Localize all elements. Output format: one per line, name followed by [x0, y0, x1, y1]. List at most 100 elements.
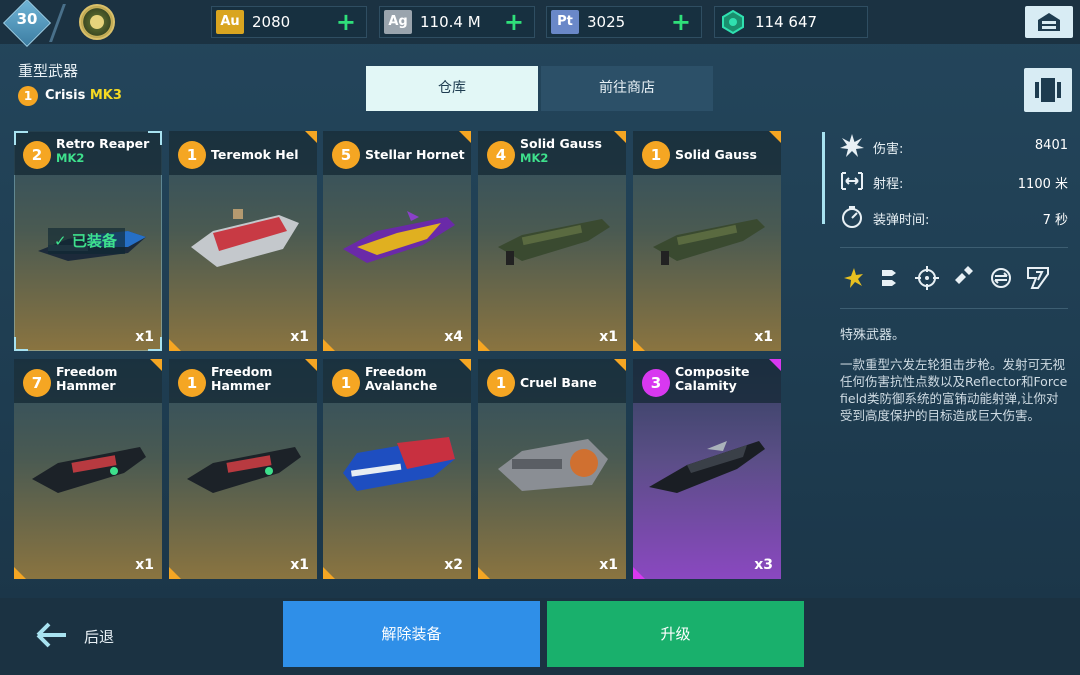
weapon-image	[498, 219, 610, 265]
weapon-card[interactable]: 1 Cruel Bane x1	[478, 359, 626, 579]
platinum-icon: Pt	[551, 10, 579, 34]
equipped-mk-text: MK3	[89, 88, 122, 103]
upgrade-button[interactable]: 升级	[547, 601, 804, 667]
card-header: 2 Retro Reaper MK2	[14, 131, 162, 175]
rarity-corner	[614, 359, 626, 371]
rarity-corner	[478, 339, 490, 351]
equipped-name-text: Crisis	[45, 88, 86, 103]
card-quantity: x1	[290, 557, 309, 573]
add-platinum-button[interactable]: +	[671, 8, 691, 36]
card-header: 4 Solid Gauss MK2	[478, 131, 626, 175]
crystal-resource: 114 647	[714, 6, 868, 38]
card-name: Freedom Avalanche	[365, 364, 438, 393]
gold-icon: Au	[216, 10, 244, 34]
card-quantity: x1	[290, 329, 309, 345]
stat-range: 射程: 1100 米	[840, 169, 1068, 195]
card-count-badge: 5	[332, 141, 360, 169]
card-mk: MK2	[56, 151, 85, 165]
tab-warehouse[interactable]: 仓库	[366, 66, 538, 111]
divider	[840, 247, 1068, 248]
weapon-image	[187, 447, 301, 493]
unequip-button[interactable]: 解除装备	[283, 601, 540, 667]
hangar-button[interactable]	[1025, 6, 1073, 38]
card-header: 1 Solid Gauss	[633, 131, 781, 175]
card-count-badge: 1	[487, 369, 515, 397]
card-header: 3 Composite Calamity	[633, 359, 781, 403]
burst-icon[interactable]	[842, 266, 866, 290]
silver-resource: Ag 110.4 M +	[379, 6, 535, 38]
weapon-card[interactable]: 5 Stellar Hornet x4	[323, 131, 471, 351]
weapon-image	[343, 211, 455, 263]
card-quantity: x1	[135, 557, 154, 573]
damage-icon	[840, 134, 864, 157]
card-count-badge: 1	[178, 141, 206, 169]
weapon-card[interactable]: 7 Freedom Hammer x1	[14, 359, 162, 579]
rarity-corner	[14, 567, 26, 579]
grid-view-icon	[1035, 78, 1061, 102]
panel-accent-bar	[822, 132, 825, 224]
divider	[840, 308, 1068, 309]
reload-icon	[842, 206, 862, 228]
add-gold-button[interactable]: +	[336, 8, 356, 36]
rank-badge-icon[interactable]	[79, 4, 115, 40]
card-quantity: x1	[599, 557, 618, 573]
weapon-card[interactable]: 1 Freedom Hammer x1	[169, 359, 317, 579]
card-header: 1 Freedom Avalanche	[323, 359, 471, 403]
card-count-badge: 2	[23, 141, 51, 169]
weapon-card[interactable]: 1 Freedom Avalanche x2	[323, 359, 471, 579]
shield-pierce-icon[interactable]	[952, 266, 976, 290]
shot-icon[interactable]	[1026, 266, 1050, 290]
platinum-resource: Pt 3025 +	[546, 6, 702, 38]
rarity-corner	[633, 339, 645, 351]
card-count-badge: 1	[332, 369, 360, 397]
card-quantity: x4	[444, 329, 463, 345]
view-toggle-button[interactable]	[1024, 68, 1072, 112]
weapon-card[interactable]: 1 Solid Gauss x1	[633, 131, 781, 351]
bottom-bar	[0, 598, 1080, 675]
tab-shop[interactable]: 前往商店	[541, 66, 713, 111]
gold-resource: Au 2080 +	[211, 6, 367, 38]
weapon-image	[498, 439, 608, 491]
player-level: 30	[16, 10, 38, 28]
top-bar: 30 Au 2080 + Ag 110.4 M + Pt 3025 + 114 …	[0, 0, 1080, 48]
card-count-badge: 7	[23, 369, 51, 397]
rarity-corner	[305, 359, 317, 371]
weapon-image	[191, 209, 299, 267]
rarity-corner	[323, 339, 335, 351]
silver-icon: Ag	[384, 10, 412, 34]
card-header: 1 Freedom Hammer	[169, 359, 317, 403]
back-button[interactable]: 后退	[34, 618, 144, 654]
weapon-image	[653, 219, 765, 265]
stat-value: 7 秒	[1042, 213, 1068, 228]
back-label: 后退	[84, 628, 115, 646]
card-count-badge: 4	[487, 141, 515, 169]
rarity-corner	[169, 339, 181, 351]
stat-damage: 伤害: 8401	[840, 134, 1068, 160]
card-header: 1 Cruel Bane	[478, 359, 626, 403]
silver-value: 110.4 M	[420, 13, 481, 31]
weapon-description: 一款重型六发左轮狙击步枪。发射可无视任何伤害抗性点数以及Reflector和Fo…	[840, 357, 1068, 423]
card-name: Teremok Hel	[211, 147, 299, 162]
weapon-card[interactable]: 2 Retro Reaper MK2 ✓ 已装备 x1	[14, 131, 162, 351]
weapon-card[interactable]: 1 Teremok Hel x1	[169, 131, 317, 351]
selection-bracket	[14, 337, 28, 351]
equipped-label: ✓ 已装备	[48, 228, 125, 254]
check-icon: ✓	[54, 232, 67, 250]
card-header: 5 Stellar Hornet	[323, 131, 471, 175]
weapon-image	[343, 437, 455, 491]
card-count-badge: 1	[642, 141, 670, 169]
card-name: Cruel Bane	[520, 375, 597, 390]
card-name: Composite Calamity	[675, 364, 750, 393]
weapon-image	[32, 447, 146, 493]
card-quantity: x3	[754, 557, 773, 573]
equipped-count-badge: 1	[18, 86, 38, 106]
card-header: 1 Teremok Hel	[169, 131, 317, 175]
category-title: 重型武器	[18, 62, 79, 80]
weapon-card[interactable]: 4 Solid Gauss MK2 x1	[478, 131, 626, 351]
add-silver-button[interactable]: +	[504, 8, 524, 36]
weapon-card[interactable]: 3 Composite Calamity x3	[633, 359, 781, 579]
weapon-type-label: 特殊武器。	[840, 328, 906, 343]
target-icon[interactable]	[915, 266, 939, 290]
reflect-icon[interactable]	[989, 266, 1013, 290]
salvo-icon[interactable]	[878, 266, 902, 290]
